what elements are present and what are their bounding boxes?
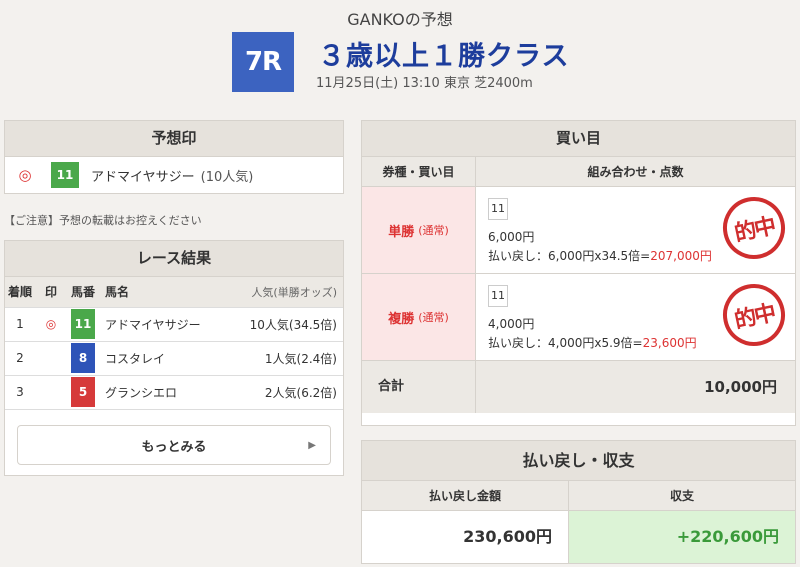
horse-number: 11 — [56, 168, 74, 182]
payout-formula: 払い戻し：4,000円x5.9倍= — [488, 336, 643, 350]
results-header-row: 着順 印 馬番 馬名 人気(単勝オッズ) — [5, 277, 343, 308]
chevron-right-icon: ▶ — [308, 439, 316, 451]
race-number-badge: 7R — [232, 32, 294, 92]
bet-row: 単勝 (通常) 11 6,000円 払い戻し：6,000円x34.5倍=207,… — [362, 187, 795, 274]
bet-type: 複勝 — [388, 311, 415, 327]
bets-heading: 買い目 — [362, 121, 795, 157]
bet-combo-box: 11 — [488, 198, 508, 220]
notice-text: 【ご注意】予想の転載はお控えください — [4, 214, 202, 227]
bet-type: 単勝 — [388, 224, 415, 240]
col-bet-type: 券種・買い目 — [362, 157, 476, 186]
result-rank: 2 — [5, 341, 35, 376]
col-rank: 着順 — [5, 277, 35, 308]
result-odds: 1人気(2.4倍) — [226, 341, 343, 376]
result-horse-name[interactable]: コスタレイ — [99, 341, 227, 376]
col-profit: 収支 — [669, 489, 694, 503]
result-rank: 3 — [5, 375, 35, 410]
bet-subtype: (通常) — [418, 311, 449, 324]
col-combo: 組み合わせ・点数 — [587, 165, 684, 179]
profit-total: +220,600円 — [569, 511, 795, 563]
result-row[interactable]: 1 ◎ 11 アドマイヤサジー 10人気(34.5倍) — [5, 307, 343, 342]
result-rank: 1 — [5, 307, 35, 342]
page-title: GANKOの予想 — [347, 10, 453, 29]
result-mark: ◎ — [35, 307, 67, 342]
results-heading: レース結果 — [5, 241, 343, 277]
result-odds: 2人気(6.2倍) — [226, 375, 343, 410]
payout-value: 23,600円 — [642, 336, 697, 350]
result-row[interactable]: 2 8 コスタレイ 1人気(2.4倍) — [5, 341, 343, 376]
prediction-heading: 予想印 — [5, 121, 343, 157]
result-horse-name[interactable]: アドマイヤサジー — [99, 307, 227, 342]
results-table: 着順 印 馬番 馬名 人気(単勝オッズ) 1 ◎ 11 アドマイヤサジー 10人… — [5, 277, 343, 410]
result-mark — [35, 375, 67, 410]
balance-panel: 払い戻し・収支 払い戻し金額 収支 230,600円 +220,600円 — [361, 440, 796, 564]
col-name: 馬名 — [99, 277, 227, 308]
result-horse-name[interactable]: グランシエロ — [99, 375, 227, 410]
more-button[interactable]: もっとみる ▶ — [17, 425, 331, 465]
prediction-panel: 予想印 ◎ 11 アドマイヤサジー (10人気) — [4, 120, 344, 194]
result-number-badge: 11 — [71, 309, 95, 339]
result-mark — [35, 341, 67, 376]
horse-number-badge: 11 — [51, 162, 79, 188]
payout-value: 207,000円 — [650, 249, 712, 263]
col-number: 馬番 — [67, 277, 99, 308]
total-row: 合計 10,000円 — [362, 361, 795, 413]
race-info: 11月25日(土) 13:10 東京 芝2400m — [316, 76, 533, 91]
result-number-badge: 8 — [71, 343, 95, 373]
balance-heading: 払い戻し・収支 — [362, 441, 795, 481]
race-name: ３歳以上１勝クラス — [318, 41, 570, 72]
horse-name[interactable]: アドマイヤサジー — [91, 166, 195, 185]
col-odds: 人気(単勝オッズ) — [226, 277, 343, 308]
bet-row: 複勝 (通常) 11 4,000円 払い戻し：4,000円x5.9倍=23,60… — [362, 274, 795, 361]
bets-panel: 買い目 券種・買い目 組み合わせ・点数 単勝 (通常) 11 6,000円 払い… — [361, 120, 796, 426]
horse-popularity: (10人気) — [200, 169, 254, 185]
payout-formula: 払い戻し：6,000円x34.5倍= — [488, 249, 651, 263]
bet-subtype: (通常) — [418, 224, 449, 237]
total-value: 10,000円 — [704, 378, 777, 396]
result-odds: 10人気(34.5倍) — [226, 307, 343, 342]
result-row[interactable]: 3 5 グランシエロ 2人気(6.2倍) — [5, 375, 343, 410]
results-panel: レース結果 着順 印 馬番 馬名 人気(単勝オッズ) 1 ◎ 11 アドマイヤサ… — [4, 240, 344, 476]
col-payout: 払い戻し金額 — [362, 481, 569, 510]
result-number-badge: 5 — [71, 377, 95, 407]
prediction-mark: ◎ — [18, 166, 32, 184]
more-button-label: もっとみる — [141, 439, 207, 455]
total-label: 合計 — [362, 361, 476, 413]
col-mark: 印 — [35, 277, 67, 308]
bet-combo-box: 11 — [488, 285, 508, 307]
payout-total: 230,600円 — [362, 511, 569, 563]
